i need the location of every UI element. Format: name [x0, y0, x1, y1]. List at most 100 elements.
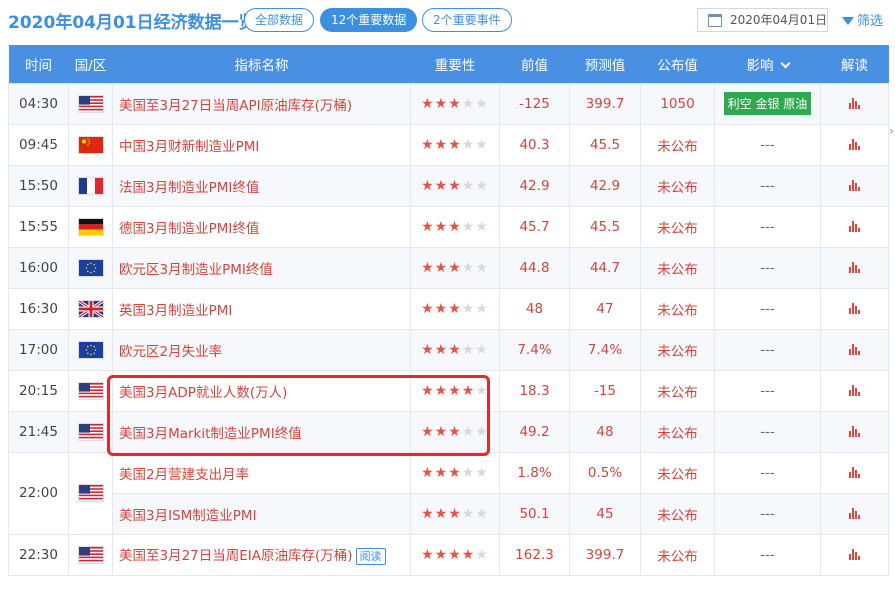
star-icon: ★: [461, 300, 476, 317]
tab-important-data[interactable]: 12个重要数据: [320, 8, 418, 32]
row-impact: ---: [714, 246, 821, 289]
indicator-name[interactable]: 美国3月Markit制造业PMI终值: [119, 426, 302, 442]
date-picker[interactable]: 2020年04月01日: [697, 8, 828, 32]
row-interpretation[interactable]: [820, 492, 889, 535]
row-forecast: 45.5: [569, 123, 641, 166]
star-icon: ★: [475, 382, 489, 399]
row-interpretation[interactable]: [820, 533, 889, 576]
row-impact: ---: [714, 164, 821, 207]
bar-chart-icon[interactable]: [848, 262, 861, 273]
col-time: 时间: [8, 45, 69, 83]
tab-all-data[interactable]: 全部数据: [244, 8, 315, 32]
row-interpretation[interactable]: [820, 328, 889, 371]
row-interpretation[interactable]: [820, 451, 889, 494]
row-actual: 1050: [640, 82, 715, 125]
us-flag-icon: [78, 485, 103, 501]
table-row: 22:30 美国至3月27日当周EIA原油库存(万桶) 阅读 ★★★★★ 162.3 39…: [8, 533, 889, 576]
star-icon: ★: [421, 95, 435, 112]
indicator-name[interactable]: 欧元区2月失业率: [119, 344, 222, 360]
star-icon: ★: [461, 177, 476, 194]
star-icon: ★: [421, 218, 435, 235]
indicator-name[interactable]: 德国3月制造业PMI终值: [119, 221, 259, 237]
row-flag: [68, 369, 113, 412]
indicator-name[interactable]: 美国至3月27日当周EIA原油库存(万桶): [119, 548, 353, 564]
row-forecast: 399.7: [569, 533, 641, 576]
chevron-down-icon: [780, 58, 790, 69]
bar-chart-icon[interactable]: [848, 221, 861, 232]
col-impact[interactable]: 影响: [714, 45, 821, 83]
bar-chart-icon[interactable]: [848, 508, 861, 519]
row-previous: 44.8: [499, 246, 570, 289]
star-icon: ★: [421, 177, 435, 194]
row-importance: ★★★★★: [410, 287, 500, 330]
row-interpretation[interactable]: [820, 82, 889, 125]
row-importance: ★★★★★: [410, 205, 500, 248]
row-interpretation[interactable]: [820, 369, 889, 412]
row-indicator: 美国3月ISM制造业PMI: [112, 492, 411, 535]
star-icon: ★: [421, 341, 435, 358]
star-icon: ★: [461, 464, 476, 481]
row-indicator: 英国3月制造业PMI: [112, 287, 411, 330]
row-actual: 未公布: [640, 123, 715, 166]
bar-chart-icon[interactable]: [848, 344, 861, 355]
row-flag: [68, 123, 113, 166]
indicator-name[interactable]: 欧元区3月制造业PMI终值: [119, 262, 273, 278]
importance-stars: ★★★★★: [421, 342, 489, 358]
indicator-name[interactable]: 美国2月营建支出月率: [119, 467, 249, 483]
indicator-name[interactable]: 美国3月ISM制造业PMI: [119, 508, 257, 524]
row-importance: ★★★★★: [410, 246, 500, 289]
star-icon: ★: [448, 546, 462, 563]
indicator-name[interactable]: 法国3月制造业PMI终值: [119, 180, 259, 196]
row-flag: [68, 82, 113, 125]
star-icon: ★: [448, 218, 462, 235]
bar-chart-icon[interactable]: [848, 303, 861, 314]
bar-chart-icon[interactable]: [848, 98, 861, 109]
bar-chart-icon[interactable]: [848, 426, 861, 437]
bar-chart-icon[interactable]: [848, 549, 861, 560]
tab-important-events[interactable]: 2个重要事件: [422, 8, 512, 32]
table-body: 04:30 美国至3月27日当周API原油库存(万桶) ★★★★★ -125 399.7…: [8, 82, 889, 576]
row-forecast: 44.7: [569, 246, 641, 289]
row-interpretation[interactable]: [820, 410, 889, 453]
star-icon: ★: [461, 259, 476, 276]
indicator-name[interactable]: 美国3月ADP就业人数(万人): [119, 385, 287, 401]
col-importance: 重要性: [410, 45, 500, 83]
col-indicator: 指标名称: [112, 45, 411, 83]
star-icon: ★: [475, 300, 489, 317]
row-flag: [68, 451, 113, 535]
us-flag-icon: [78, 95, 103, 112]
table-row: 16:00 欧元区3月制造业PMI终值 ★★★★★ 44.8 44.7 未公布 ---: [8, 246, 889, 289]
table-row: 16:30 英国3月制造业PMI ★★★★★ 48 47 未公布 ---: [8, 287, 889, 330]
row-interpretation[interactable]: [820, 205, 889, 248]
bar-chart-icon[interactable]: [848, 467, 861, 478]
star-icon: ★: [448, 464, 462, 481]
star-icon: ★: [461, 136, 476, 153]
indicator-name[interactable]: 中国3月财新制造业PMI: [119, 139, 259, 155]
row-interpretation[interactable]: [820, 164, 889, 207]
read-tag-button[interactable]: 阅读: [355, 548, 386, 565]
star-icon: ★: [448, 423, 462, 440]
star-icon: ★: [475, 464, 489, 481]
eu-flag-icon: [78, 259, 103, 276]
importance-stars: ★★★★★: [421, 301, 489, 317]
row-impact: ---: [714, 410, 821, 453]
indicator-name[interactable]: 美国至3月27日当周API原油库存(万桶): [119, 98, 352, 114]
bar-chart-icon[interactable]: [848, 139, 861, 150]
row-importance: ★★★★★: [410, 492, 500, 535]
row-interpretation[interactable]: [820, 123, 889, 166]
bar-chart-icon[interactable]: [848, 385, 861, 396]
row-previous: 49.2: [499, 410, 570, 453]
indicator-name[interactable]: 英国3月制造业PMI: [119, 303, 232, 319]
star-icon: ★: [461, 505, 476, 522]
scroll-arrow-icon[interactable]: ›: [889, 124, 894, 138]
bar-chart-icon[interactable]: [848, 180, 861, 191]
star-icon: ★: [434, 464, 449, 481]
row-interpretation[interactable]: [820, 287, 889, 330]
row-interpretation[interactable]: [820, 246, 889, 289]
row-flag: [68, 164, 113, 207]
row-time: 09:45: [8, 123, 69, 166]
importance-stars: ★★★★★: [421, 137, 489, 153]
filter-button[interactable]: 筛选: [842, 10, 883, 29]
table-row: 22:00 美国2月营建支出月率 ★★★★★ 1.8% 0.5% 未公布 ---: [8, 451, 889, 535]
row-forecast: 42.9: [569, 164, 641, 207]
